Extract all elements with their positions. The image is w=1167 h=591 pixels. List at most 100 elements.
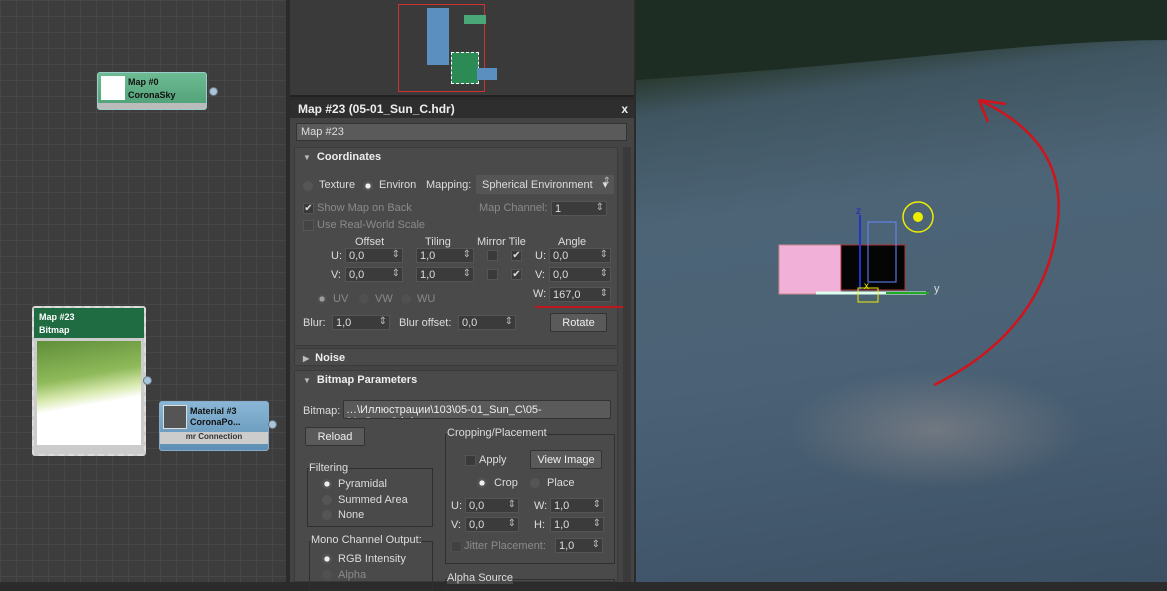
blur-offset-spinner[interactable]: 0,0 [458, 315, 516, 330]
bitmap-preview [37, 341, 141, 445]
output-socket[interactable] [268, 420, 277, 429]
none-label: None [338, 509, 365, 521]
black-box [840, 244, 906, 291]
show-map-on-back-label: Show Map on Back [317, 202, 412, 214]
crop-u-label: U: [451, 500, 462, 512]
vw-label: VW [375, 293, 393, 305]
crop-label: Crop [494, 477, 518, 489]
offset-header: Offset [355, 236, 385, 248]
angle-header: Angle [558, 236, 587, 248]
v-label: V: [331, 269, 341, 281]
blur-label: Blur: [303, 317, 326, 329]
bitmap-path-button[interactable]: …\Иллюстрации\103\05-01_Sun_C\05-01_Sun_… [343, 400, 611, 419]
node-bitmap[interactable]: Map #23 Bitmap [32, 306, 152, 456]
angle-w-spinner[interactable]: 167,0 [549, 287, 611, 302]
crop-h-label: H: [534, 519, 545, 531]
alpha-label: Alpha [338, 569, 367, 581]
offset-v-spinner[interactable]: 0,0 [345, 267, 403, 282]
mr-connection-slot[interactable]: mr Connection [160, 432, 268, 444]
panel-title: Map #23 (05-01_Sun_C.hdr) [298, 102, 455, 116]
offset-u-spinner[interactable]: 0,0 [345, 248, 403, 263]
panel-scrollbar[interactable] [623, 147, 631, 582]
crop-h-spinner[interactable]: 1,0 [550, 517, 604, 532]
crop-w-spinner[interactable]: 1,0 [550, 498, 604, 513]
x-axis-label: x [864, 281, 869, 292]
jitter-spinner[interactable]: 1,0 [555, 538, 603, 553]
place-label: Place [547, 477, 575, 489]
u-label: U: [331, 250, 342, 262]
cropping-label: Cropping/Placement [447, 427, 547, 439]
mono-channel-label: Mono Channel Output: [311, 534, 422, 546]
rgb-intensity-label: RGB Intensity [338, 553, 406, 565]
wu-label: WU [417, 293, 436, 305]
rgb-intensity-radio[interactable] [322, 554, 332, 564]
apply-checkbox[interactable] [465, 455, 476, 466]
node-editor-canvas[interactable]: Map #0 CoronaSky Map #23 Bitmap Material… [0, 0, 286, 582]
map-name-input[interactable]: Map #23 [296, 123, 627, 141]
tile-u-checkbox[interactable]: ✔ [511, 250, 522, 261]
blur-spinner[interactable]: 1,0 [332, 315, 390, 330]
reload-button[interactable]: Reload [305, 427, 365, 446]
bitmap-label: Bitmap: [303, 405, 341, 417]
crop-v-spinner[interactable]: 0,0 [465, 517, 519, 532]
uv-radio[interactable] [317, 294, 327, 304]
view-image-button[interactable]: View Image [530, 450, 602, 469]
pink-box [778, 244, 842, 295]
y-axis-label: y [934, 283, 940, 295]
node-corona-sky[interactable]: Map #0 CoronaSky [97, 72, 218, 110]
rollout-title: Bitmap Parameters [316, 374, 418, 386]
collapse-icon: ▼ [303, 376, 311, 385]
horizon-band [636, 0, 1167, 80]
material-parameter-panel: Map #23 (05-01_Sun_C.hdr) x Map #23 ▼ Coo… [290, 100, 634, 591]
jitter-checkbox[interactable] [451, 541, 462, 552]
summed-area-radio[interactable] [322, 495, 332, 505]
angle-v-spinner[interactable]: 0,0 [549, 267, 611, 282]
node-title: Map #0 [128, 77, 159, 87]
show-map-on-back-checkbox[interactable]: ✔ [303, 203, 314, 214]
vw-radio[interactable] [359, 294, 369, 304]
noise-header[interactable]: ▶ Noise [295, 349, 617, 367]
blur-offset-label: Blur offset: [399, 317, 452, 329]
real-world-scale-checkbox[interactable] [303, 220, 314, 231]
place-radio[interactable] [530, 478, 540, 488]
jitter-label: Jitter Placement: [464, 540, 546, 552]
mapping-dropdown[interactable]: Spherical Environment ▾ [476, 175, 614, 194]
angle-u-spinner[interactable]: 0,0 [549, 248, 611, 263]
rollout-title: Coordinates [316, 151, 382, 163]
mapping-label: Mapping: [426, 179, 472, 191]
alpha-radio[interactable] [322, 570, 332, 580]
map-channel-spinner[interactable]: 1 [551, 201, 607, 216]
tile-v-checkbox[interactable]: ✔ [511, 269, 522, 280]
node-material[interactable]: Material #3 CoronaPo... mr Connection [159, 401, 277, 451]
close-icon[interactable]: x [621, 102, 628, 116]
crop-radio[interactable] [477, 478, 487, 488]
navigator[interactable] [290, 0, 634, 97]
none-radio[interactable] [322, 510, 332, 520]
expand-icon: ▶ [303, 354, 310, 363]
coordinates-rollout: ▼ Coordinates Texture Environ Mapping: Sp… [294, 147, 625, 346]
wu-radio[interactable] [401, 294, 411, 304]
bitmap-parameters-header[interactable]: ▼ Bitmap Parameters [295, 371, 617, 389]
mirror-u-checkbox[interactable] [487, 250, 498, 261]
mirror-v-checkbox[interactable] [487, 269, 498, 280]
output-socket[interactable] [209, 87, 218, 96]
tiling-v-spinner[interactable]: 1,0 [416, 267, 474, 282]
coordinates-header[interactable]: ▼ Coordinates [295, 148, 617, 166]
collapse-icon: ▼ [303, 153, 311, 162]
rotate-button[interactable]: Rotate [550, 313, 607, 332]
node-preview [163, 405, 187, 429]
noise-rollout[interactable]: ▶ Noise [294, 348, 618, 366]
pyramidal-radio[interactable] [322, 479, 332, 489]
texture-label: Texture [319, 179, 356, 191]
mono-channel-group [309, 541, 433, 591]
angle-u-label: U: [535, 250, 546, 262]
tiling-u-spinner[interactable]: 1,0 [416, 248, 474, 263]
summed-area-label: Summed Area [338, 494, 408, 506]
viewport[interactable]: z y x [636, 0, 1167, 582]
output-socket[interactable] [143, 376, 152, 385]
mirror-tile-header: Mirror Tile [477, 236, 526, 248]
texture-radio[interactable] [303, 181, 313, 191]
crop-u-spinner[interactable]: 0,0 [465, 498, 519, 513]
environ-radio[interactable] [363, 181, 373, 191]
annotation-underline [535, 306, 625, 308]
